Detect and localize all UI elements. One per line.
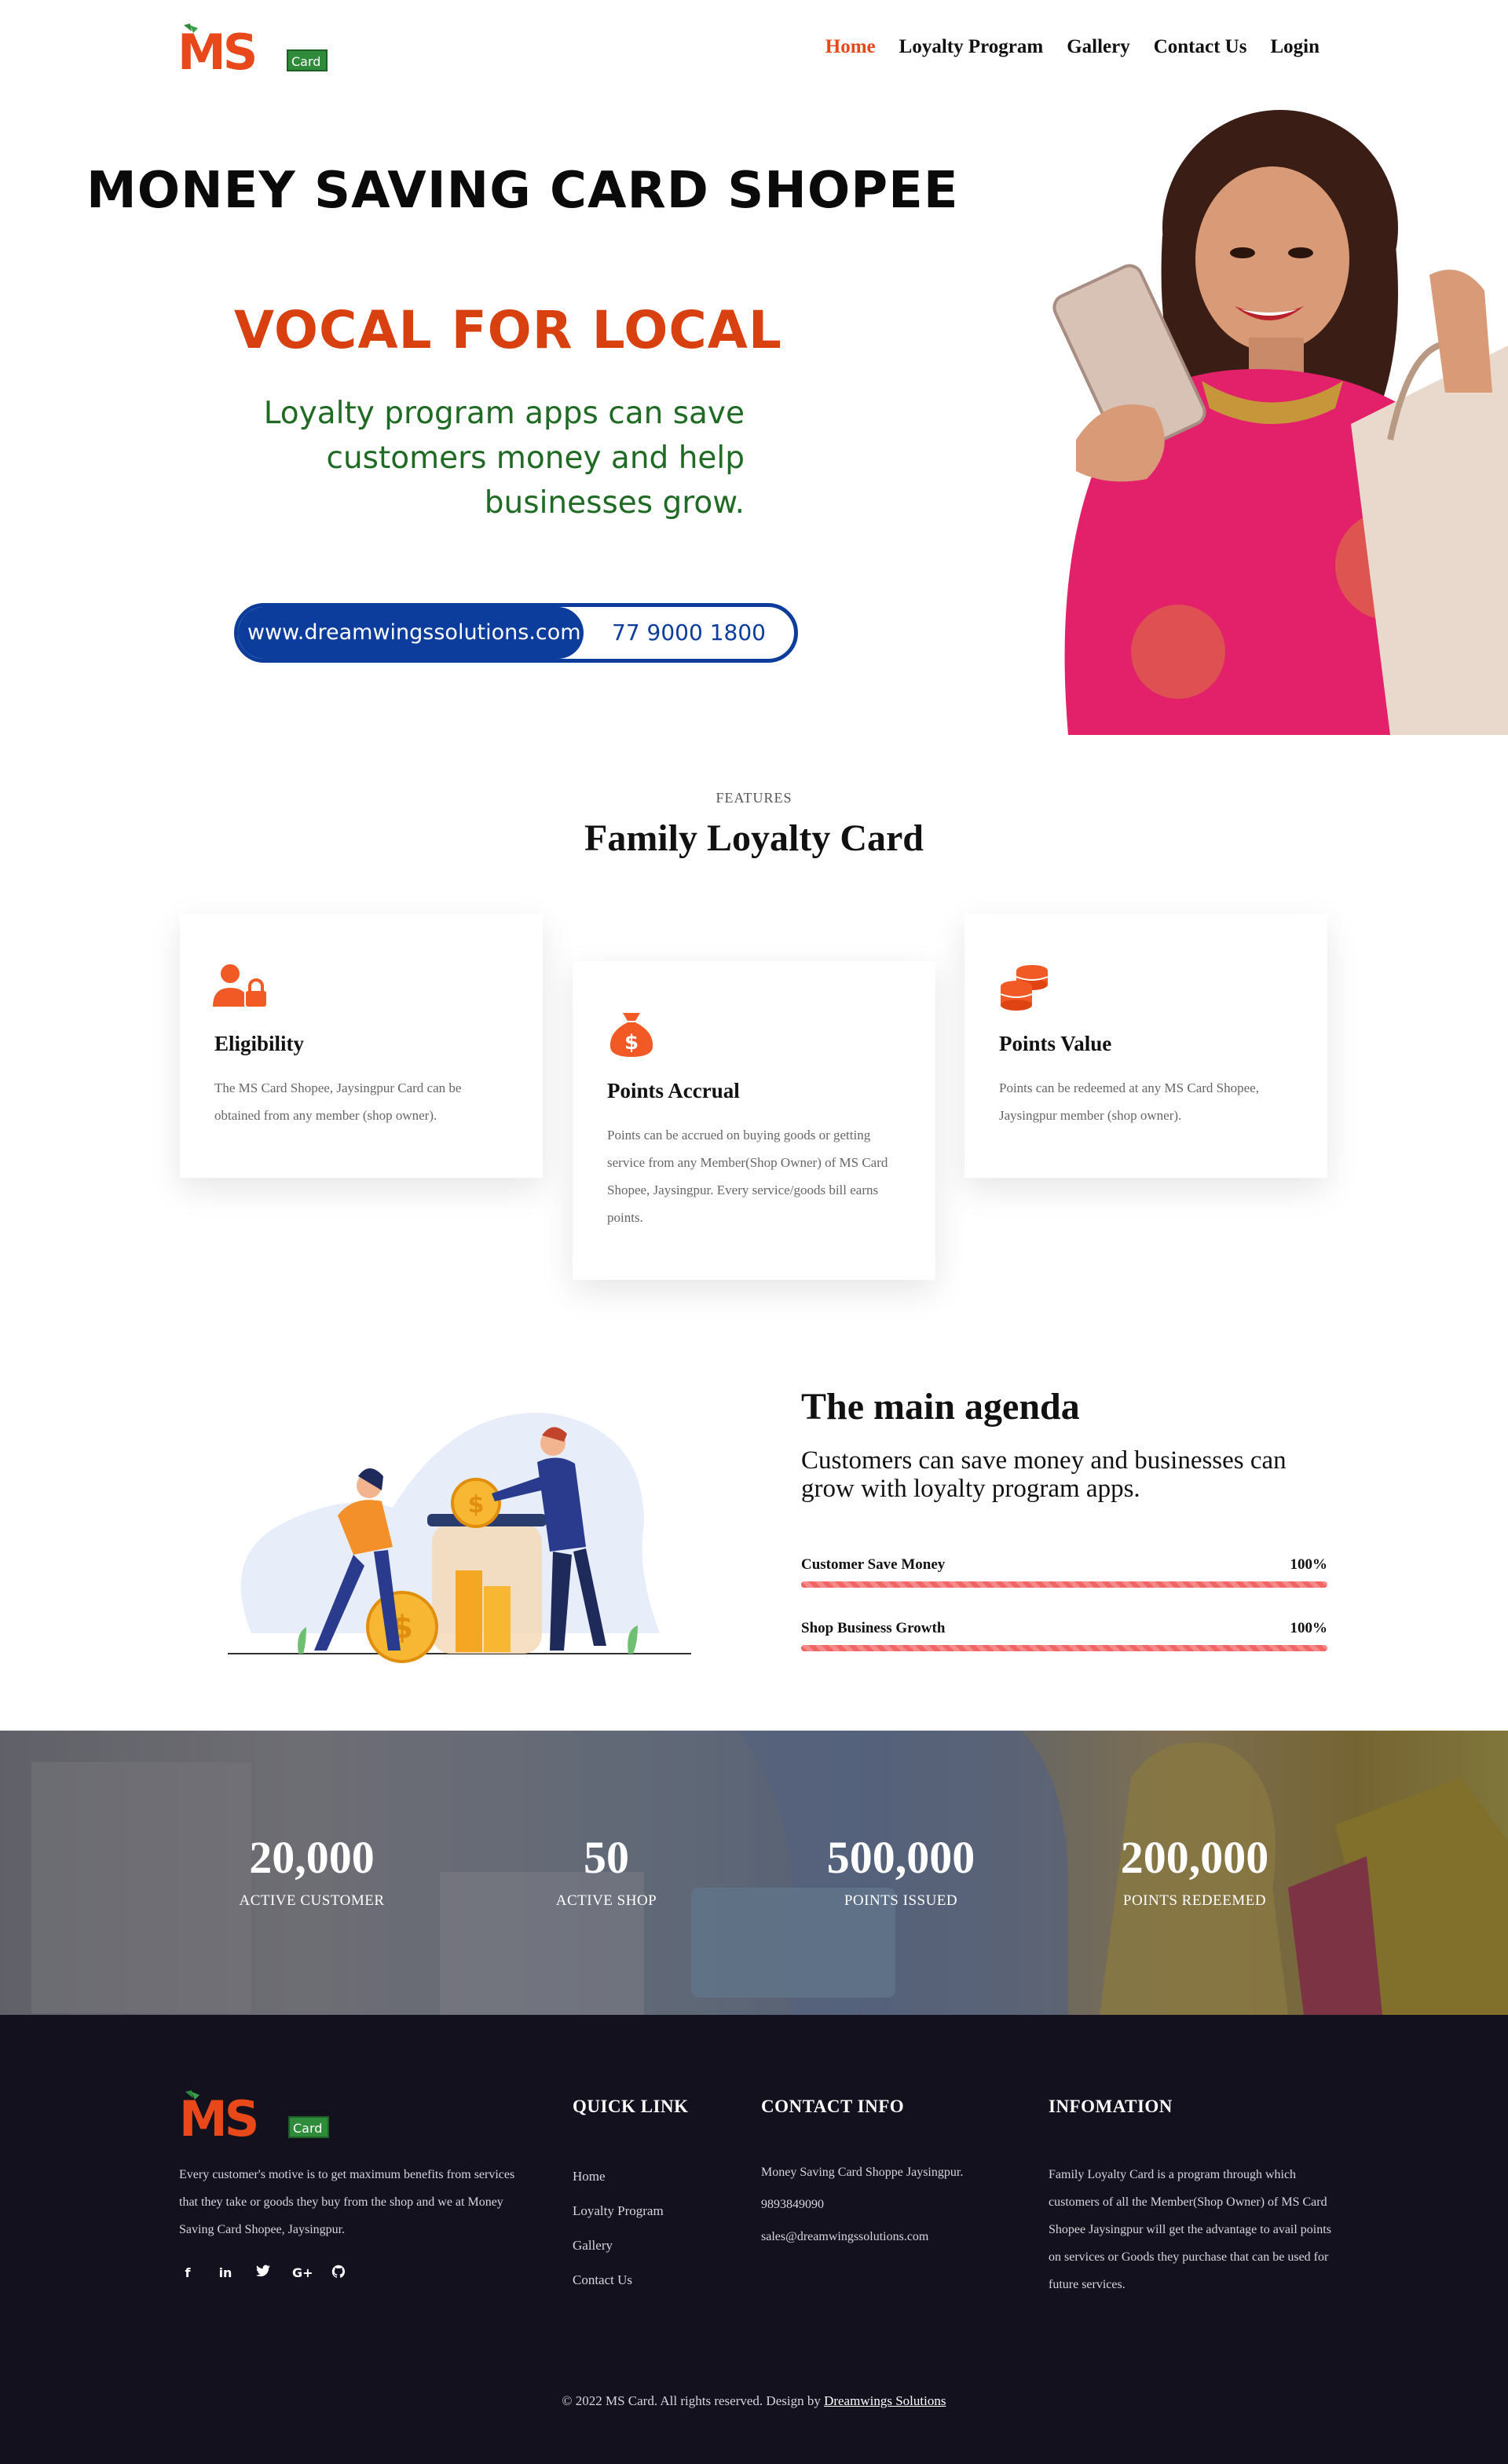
stat-label: ACTIVE CUSTOMER (239, 1892, 385, 1909)
twitter-icon[interactable] (254, 2265, 272, 2282)
stat-number: 500,000 (826, 1832, 975, 1883)
logo[interactable]: MS Card (178, 24, 328, 75)
feature-card-points-accrual: $ Points Accrual Points can be accrued o… (573, 961, 935, 1280)
hero-subtitle-line: customers money and help (326, 441, 745, 476)
features-title-pre: Family (584, 817, 707, 859)
hero-subtitle-line: businesses grow. (484, 485, 745, 521)
svg-text:$: $ (468, 1491, 485, 1519)
feature-card-eligibility: Eligibility The MS Card Shopee, Jaysingp… (180, 914, 543, 1178)
progress-label: Shop Business Growth (801, 1620, 946, 1636)
features-title-bold: Loyalty (706, 817, 831, 859)
contact-address: Money Saving Card Shoppe Jaysingpur. (761, 2166, 964, 2179)
quick-links: Home Loyalty Program Gallery Contact Us (573, 2159, 664, 2298)
website-text: www.dreamwingssolutions.com (238, 607, 584, 659)
footer-link-contact-us[interactable]: Contact Us (573, 2263, 664, 2298)
progress-fill (801, 1581, 1327, 1588)
social-links: f in G+ (179, 2265, 347, 2282)
svg-text:$: $ (624, 1031, 639, 1055)
site-header: MS Card Home Loyalty Program Gallery Con… (0, 0, 1508, 102)
agenda-title: The main agenda (801, 1386, 1080, 1428)
card-text: The MS Card Shopee, Jaysingpur Card can … (214, 1080, 462, 1123)
progress-value: 100% (1290, 1556, 1328, 1573)
footer-link-gallery[interactable]: Gallery (573, 2228, 664, 2263)
information-text: Family Loyalty Card is a program through… (1049, 2168, 1331, 2291)
nav-contact-us[interactable]: Contact Us (1154, 36, 1247, 58)
stat-active-customer: 20,000 ACTIVE CUSTOMER (194, 1833, 430, 1910)
card-text: Points can be redeemed at any MS Card Sh… (999, 1080, 1259, 1123)
github-icon[interactable] (330, 2265, 347, 2282)
phone-text: 77 9000 1800 (612, 620, 766, 645)
hero-subtitle: Loyalty program apps can save customers … (204, 391, 745, 525)
progress-value: 100% (1290, 1620, 1328, 1636)
nav-login[interactable]: Login (1270, 36, 1320, 58)
stat-label: ACTIVE SHOP (555, 1892, 657, 1909)
card-text: Points can be accrued on buying goods or… (607, 1128, 888, 1225)
stat-label: POINTS REDEEMED (1122, 1892, 1267, 1909)
copyright-text: © 2022 MS Card. All rights reserved. Des… (562, 2393, 821, 2408)
hero-slogan: VOCAL FOR LOCAL (234, 300, 782, 360)
card-title: Eligibility (214, 1032, 305, 1055)
contact-info: Money Saving Card Shoppe Jaysingpur. 989… (761, 2161, 989, 2257)
information-title: INFOMATION (1049, 2097, 1173, 2116)
svg-text:MS: MS (179, 2090, 257, 2142)
site-footer: MS Card Every customer's motive is to ge… (0, 2015, 1508, 2464)
progress-track (801, 1645, 1327, 1651)
main-nav: Home Loyalty Program Gallery Contact Us … (825, 36, 1320, 58)
google-plus-icon[interactable]: G+ (292, 2265, 313, 2282)
user-lock-icon (213, 964, 266, 1007)
footer-link-loyalty-program[interactable]: Loyalty Program (573, 2194, 664, 2228)
quick-link-title: QUICK LINK (573, 2097, 689, 2116)
ms-card-logo-icon: MS Card (179, 2090, 329, 2142)
agenda-text: Customers can save money and businesses … (801, 1446, 1287, 1503)
svg-text:Card: Card (293, 2121, 322, 2136)
coins-icon (1000, 965, 1049, 1011)
stat-points-redeemed: 200,000 POINTS REDEEMED (1077, 1833, 1312, 1910)
svg-text:MS: MS (178, 24, 255, 75)
progress-label: Customer Save Money (801, 1556, 946, 1573)
card-title: Points Value (999, 1032, 1112, 1055)
footer-about: Every customer's motive is to get maximu… (179, 2168, 515, 2236)
hero-title: MONEY SAVING CARD SHOPEE (86, 162, 959, 220)
copyright: © 2022 MS Card. All rights reserved. Des… (0, 2393, 1508, 2409)
designer-link[interactable]: Dreamwings Solutions (824, 2393, 946, 2408)
nav-loyalty-program[interactable]: Loyalty Program (899, 36, 1044, 58)
saving-coins-illustration: $ $ (228, 1413, 691, 1663)
card-title: Points Accrual (607, 1079, 740, 1102)
feature-card-points-value: Points Value Points can be redeemed at a… (964, 914, 1327, 1178)
stat-number: 200,000 (1120, 1832, 1269, 1883)
nav-gallery[interactable]: Gallery (1067, 36, 1130, 58)
facebook-icon[interactable]: f (179, 2265, 196, 2282)
progress-track (801, 1581, 1327, 1588)
hero-subtitle-line: Loyalty program apps can save (263, 396, 745, 431)
contact-phone: 9893849090 (761, 2198, 824, 2211)
footer-link-home[interactable]: Home (573, 2159, 664, 2194)
stat-active-shop: 50 ACTIVE SHOP (489, 1833, 724, 1910)
linkedin-icon[interactable]: in (217, 2265, 234, 2282)
nav-home[interactable]: Home (825, 36, 876, 58)
stats-section: 20,000 ACTIVE CUSTOMER 50 ACTIVE SHOP 50… (0, 1731, 1508, 2015)
features-eyebrow: FEATURES (716, 790, 792, 806)
money-bag-icon: $ (609, 1013, 653, 1057)
stat-number: 20,000 (249, 1832, 375, 1883)
stat-points-issued: 500,000 POINTS ISSUED (783, 1833, 1019, 1910)
stat-number: 50 (584, 1832, 629, 1883)
svg-text:Card: Card (291, 54, 320, 69)
footer-logo[interactable]: MS Card (179, 2090, 330, 2142)
hero-woman-shopping-image (1021, 110, 1508, 735)
features-title: Family Loyalty Card (0, 817, 1508, 860)
contact-pill: www.dreamwingssolutions.com 77 9000 1800 (234, 603, 798, 663)
contact-info-title: CONTACT INFO (761, 2097, 905, 2116)
contact-email: sales@dreamwingssolutions.com (761, 2230, 929, 2243)
progress-fill (801, 1645, 1327, 1651)
ms-card-logo-icon: MS Card (178, 24, 328, 75)
features-title-post: Card (830, 817, 924, 859)
stat-label: POINTS ISSUED (844, 1892, 958, 1909)
